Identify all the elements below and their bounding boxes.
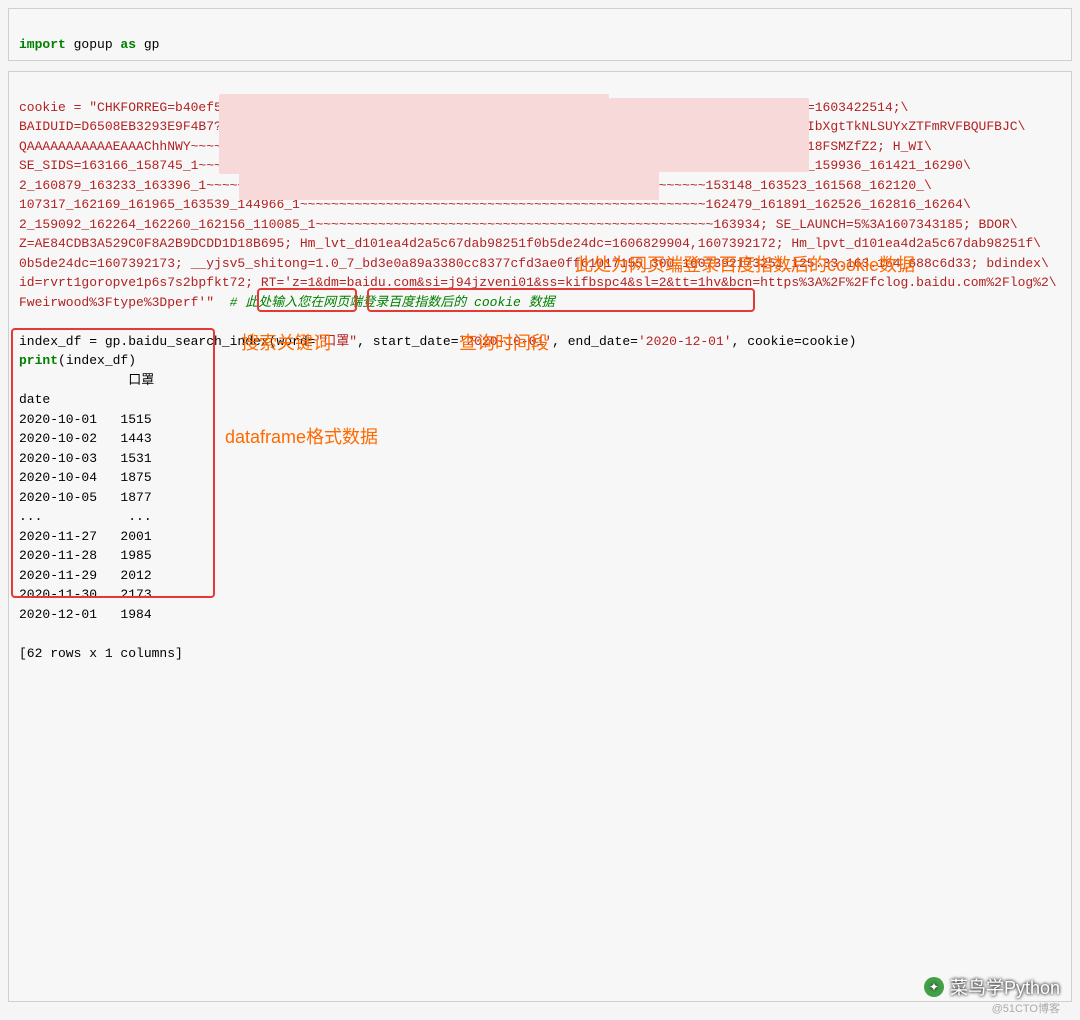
arg-start-val: '2020-10-01' <box>459 334 553 349</box>
watermark-text: 菜鸟学Python <box>950 974 1060 1000</box>
sep3: , cookie=cookie) <box>732 334 857 349</box>
print-arg: (index_df) <box>58 353 136 368</box>
watermark-sub: @51CTO博客 <box>992 1000 1060 1016</box>
code-cell-1: import gopup as gp <box>8 8 1072 61</box>
arg-end-key: end_date= <box>568 334 638 349</box>
arg-word-val: "口罩" <box>315 334 357 349</box>
alias: gp <box>136 37 159 52</box>
sep2: , <box>552 334 568 349</box>
kw-print: print <box>19 353 58 368</box>
wechat-icon: ✦ <box>924 977 944 997</box>
arg-start-key: start_date= <box>373 334 459 349</box>
sep1: , <box>357 334 373 349</box>
watermark: ✦ 菜鸟学Python <box>924 974 1060 1000</box>
arg-end-val: '2020-12-01' <box>638 334 732 349</box>
func-call-left: index_df = gp.baidu_search_index( <box>19 334 276 349</box>
annot-dataframe: dataframe格式数据 <box>225 424 378 451</box>
cookie-assignment: cookie = "CHKFORREG=b40ef5b757299ebd04c1… <box>19 100 1057 310</box>
dataframe-output: 口罩 date 2020-10-01 1515 2020-10-02 1443 … <box>19 373 183 661</box>
code-cell-2: cookie = "CHKFORREG=b40ef5b757299ebd04c1… <box>8 71 1072 1002</box>
arg-word-key: word= <box>276 334 315 349</box>
comment-cookie: # 此处输入您在网页端登录百度指数后的 cookie 数据 <box>214 295 555 310</box>
kw-import: import <box>19 37 66 52</box>
module-name: gopup <box>66 37 121 52</box>
kw-as: as <box>120 37 136 52</box>
